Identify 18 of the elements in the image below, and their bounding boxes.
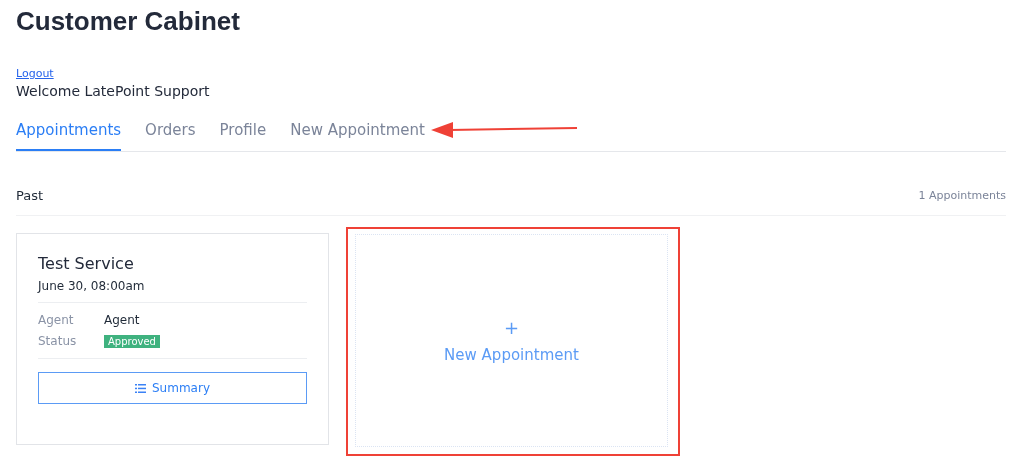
tab[interactable]: New Appointment [290,115,425,151]
tab[interactable]: Appointments [16,115,122,151]
field-label: Agent [38,313,75,327]
tab[interactable]: Orders [145,115,196,151]
summary-button[interactable]: Summary [38,372,307,404]
welcome-text: Welcome LatePoint Support [16,83,211,99]
status-badge: Approved [104,334,160,348]
page-title: Customer Cabinet [16,5,241,38]
field-value: Agent [104,313,140,327]
field-label: Status [38,334,78,348]
appointment-count: 1 Appointments [918,188,1006,202]
new-appointment-card[interactable]: + New Appointment [355,234,668,447]
section-label: Past [16,187,44,203]
logout-link[interactable]: Logout [16,67,54,80]
appointment-datetime: June 30, 08:00am [38,279,307,303]
service-name: Test Service [38,254,135,273]
list-icon [135,383,146,393]
tab[interactable]: Profile [219,115,267,151]
